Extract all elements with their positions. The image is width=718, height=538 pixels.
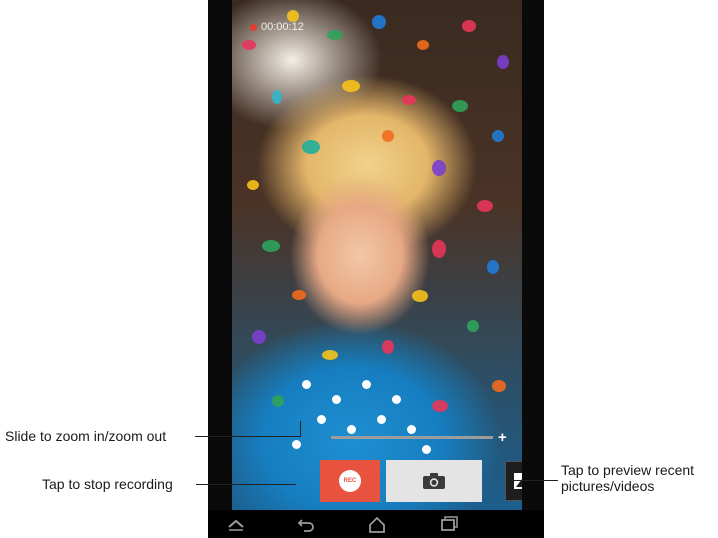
preview-callout-line1: Tap to preview recent: [561, 462, 695, 478]
gallery-preview-button[interactable]: [505, 461, 522, 501]
stop-leader-line: [196, 484, 296, 485]
zoom-callout: Slide to zoom in/zoom out: [5, 428, 167, 444]
image-gallery-icon: [514, 473, 522, 489]
preview-leader-line: [508, 480, 558, 481]
recording-dot-icon: [250, 23, 257, 31]
back-icon[interactable]: [296, 516, 316, 532]
zoom-in-icon[interactable]: +: [498, 430, 507, 445]
rec-icon: REC: [339, 470, 361, 492]
camera-viewfinder[interactable]: 00:00:12 + REC: [232, 0, 522, 510]
rec-label: REC: [343, 478, 357, 484]
zoom-slider[interactable]: [331, 436, 493, 439]
zoom-leader-line: [195, 436, 301, 437]
stop-recording-button[interactable]: REC: [320, 460, 380, 502]
phone-screen: 00:00:12 + REC: [208, 0, 544, 538]
preview-callout-line2: pictures/videos: [561, 478, 655, 494]
recording-timer: 00:00:12: [250, 21, 304, 33]
recent-apps-icon[interactable]: [438, 516, 458, 532]
recording-elapsed-time: 00:00:12: [261, 21, 304, 33]
zoom-leader-tick: [300, 421, 301, 437]
system-nav-bar: [208, 510, 544, 538]
up-arrow-icon[interactable]: [226, 516, 246, 532]
stop-recording-callout: Tap to stop recording: [42, 476, 173, 492]
capture-photo-button[interactable]: [386, 460, 482, 502]
camera-icon: [423, 473, 445, 489]
home-icon[interactable]: [367, 516, 387, 534]
